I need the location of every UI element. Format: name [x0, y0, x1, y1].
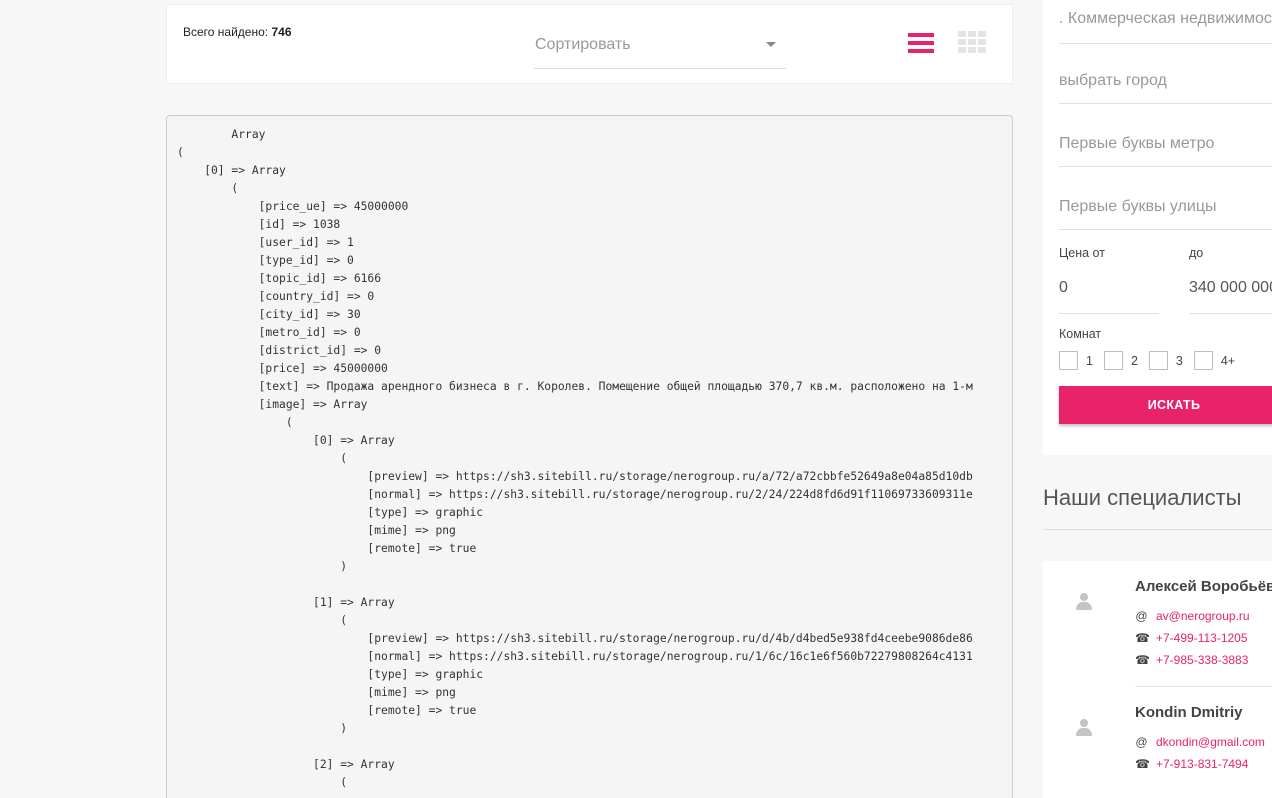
agent-email-row: @ dkondin@gmail.com: [1135, 735, 1265, 749]
search-button[interactable]: ИСКАТЬ: [1059, 386, 1272, 424]
results-count: Всего найдено: 746: [183, 25, 292, 39]
room-option-4plus[interactable]: 4+: [1193, 351, 1236, 370]
sort-select[interactable]: Сортировать: [534, 27, 786, 69]
room-option-label: 2: [1130, 353, 1138, 368]
room-checkbox[interactable]: [1193, 351, 1213, 370]
agent-name[interactable]: Алексей Воробьёв: [1135, 578, 1272, 595]
specialists-title: Наши специалисты: [1043, 485, 1242, 510]
category-select[interactable]: . Коммерческая недвижимость: [1059, 0, 1272, 44]
agent-phone-row: ☎ +7-985-338-3883: [1135, 653, 1248, 667]
room-option-label: 3: [1175, 353, 1183, 368]
price-from-input[interactable]: 0: [1059, 270, 1159, 314]
room-option-3[interactable]: 3: [1148, 351, 1183, 370]
specialists-list: Алексей Воробьёв @ av@nerogroup.ru ☎ +7-…: [1043, 561, 1272, 798]
search-filters-panel: . Коммерческая недвижимость выбрать горо…: [1043, 0, 1272, 455]
grid-view-icon[interactable]: [958, 31, 987, 56]
price-to-input[interactable]: 340 000 000: [1189, 270, 1272, 314]
phone-icon: ☎: [1135, 653, 1150, 667]
chevron-down-icon: [766, 42, 776, 47]
at-icon: @: [1135, 609, 1148, 623]
list-view-icon[interactable]: [908, 33, 934, 55]
agent-phone-link[interactable]: +7-913-831-7494: [1156, 757, 1248, 771]
agent-email-link[interactable]: dkondin@gmail.com: [1156, 735, 1265, 749]
room-option-label: 1: [1086, 353, 1093, 368]
results-count-value: 746: [271, 25, 292, 39]
rooms-label: Комнат: [1059, 327, 1102, 341]
room-option-label: 4+: [1220, 353, 1236, 368]
debug-output-panel: Array ( [0] => Array ( [price_ue] => 450…: [166, 115, 1013, 798]
agent-phone-row: ☎ +7-499-113-1205: [1135, 631, 1248, 645]
room-checkbox[interactable]: [1103, 351, 1123, 370]
agent-phone-link[interactable]: +7-985-338-3883: [1156, 653, 1248, 667]
room-checkbox[interactable]: [1148, 351, 1168, 370]
room-option-2[interactable]: 2: [1103, 351, 1138, 370]
phone-icon: ☎: [1135, 757, 1150, 771]
agent-phone-link[interactable]: +7-499-113-1205: [1156, 631, 1248, 645]
agent-phone-row: ☎ +7-913-831-7494: [1135, 757, 1248, 771]
street-input[interactable]: Первые буквы улицы: [1059, 188, 1272, 230]
agent-email-row: @ av@nerogroup.ru: [1135, 609, 1250, 623]
results-count-label: Всего найдено:: [183, 25, 269, 39]
agent-card: Алексей Воробьёв @ av@nerogroup.ru ☎ +7-…: [1043, 561, 1272, 686]
user-avatar-icon: [1076, 593, 1092, 611]
divider: [1135, 686, 1272, 687]
sort-select-label: Сортировать: [535, 36, 631, 53]
agent-name[interactable]: Kondin Dmitriy: [1135, 704, 1243, 721]
city-input[interactable]: выбрать город: [1059, 62, 1272, 104]
rooms-checkbox-group: 1 2 3 4+: [1059, 351, 1246, 370]
room-checkbox[interactable]: [1059, 351, 1078, 370]
results-toolbar: Всего найдено: 746 Сортировать: [166, 4, 1013, 84]
agent-card: Kondin Dmitriy @ dkondin@gmail.com ☎ +7-…: [1043, 688, 1272, 798]
divider: [1043, 529, 1272, 530]
room-option-1[interactable]: 1: [1059, 351, 1093, 370]
phone-icon: ☎: [1135, 631, 1150, 645]
price-from-label: Цена от: [1059, 246, 1105, 260]
agent-email-link[interactable]: av@nerogroup.ru: [1156, 609, 1250, 623]
price-to-label: до: [1189, 246, 1204, 260]
debug-output-text: Array ( [0] => Array ( [price_ue] => 450…: [177, 128, 973, 789]
metro-input[interactable]: Первые буквы метро: [1059, 125, 1272, 167]
at-icon: @: [1135, 735, 1148, 749]
user-avatar-icon: [1076, 719, 1092, 737]
